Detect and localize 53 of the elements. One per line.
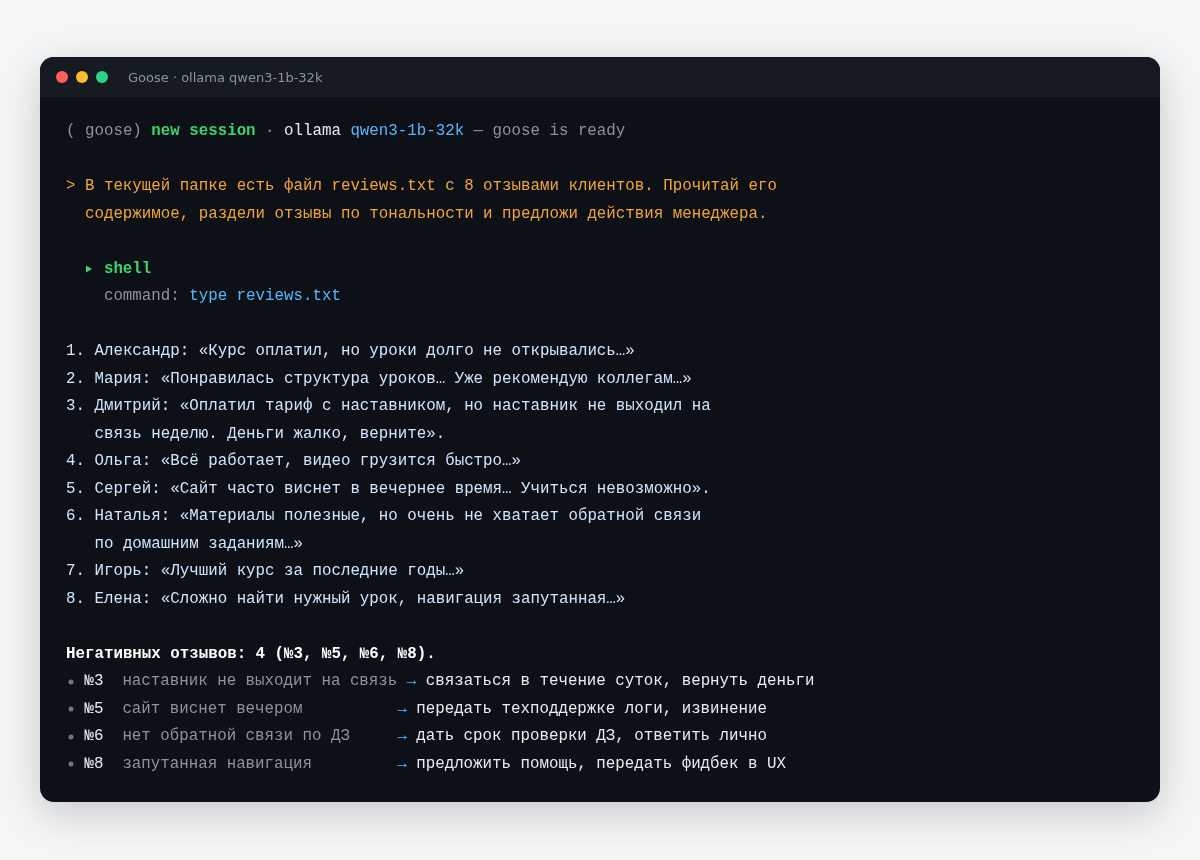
prompt-marker: > [66, 176, 77, 197]
tool-name: shell [103, 258, 152, 280]
review-text: Наталья: «Материалы полезные, но очень не хватает обратной связи по домашним заданиям…» [94, 506, 703, 555]
action-text: предложить помощь, передать фидбек в UX [416, 753, 786, 775]
command-value: type reviews.txt [189, 286, 341, 307]
review-number: 5. [66, 478, 86, 500]
separator-dot: · [265, 121, 275, 142]
review-ref: №6 [84, 726, 105, 747]
review-number: 8. [66, 588, 86, 610]
review-number: 2. [66, 368, 86, 390]
review-text: Александр: «Курс оплатил, но уроки долго не открывались…» [94, 341, 635, 362]
bullet-icon [68, 678, 74, 685]
close-button[interactable] [56, 71, 68, 83]
review-text: Мария: «Понравилась структура уроков… Уже рекомендую коллегам…» [94, 368, 692, 390]
app-label: ( goose) [66, 121, 142, 142]
review-text: Ольга: «Всё работает, видео грузится быстро…» [94, 451, 522, 472]
prompt-text: В текущей папке есть файл reviews.txt с 8 отзывами клиентов. Прочитай его содержимое, раздели отзывы по тональности и предложи действия менеджера. [84, 176, 778, 225]
action-text: дать срок проверки ДЗ, ответить лично [416, 726, 767, 747]
issue-text: сайт виснет вечером [122, 698, 304, 720]
bullet-icon [68, 733, 74, 740]
maximize-button[interactable] [96, 71, 108, 83]
provider-name: ollama [284, 121, 341, 142]
issue-text: наставник не выходит на связь [122, 671, 398, 692]
review-text: Игорь: «Лучший курс за последние годы…» [94, 561, 465, 582]
review-number: 1. [66, 341, 86, 362]
bullet-icon [68, 761, 74, 768]
arrow-glyph: → [406, 671, 417, 692]
summary-heading: Негативных отзывов: 4 (№3, №5, №6, №8). [66, 643, 437, 665]
play-icon [84, 264, 93, 275]
arrow-glyph: → [397, 726, 407, 747]
issue-text: нет обратной связи по ДЗ [122, 726, 351, 747]
command-label: command: [103, 286, 180, 307]
review-text: Елена: «Сложно найти нужный урок, навигация запутанная…» [94, 588, 626, 610]
arrow-glyph: → [397, 698, 407, 720]
action-text: связаться в течение суток, вернуть деньги [425, 671, 815, 692]
model-name: qwen3-1b-32k [350, 121, 465, 142]
review-number: 7. [66, 561, 86, 582]
action-text: передать техподдержке логи, извинение [416, 698, 767, 720]
review-text: Сергей: «Сайт часто виснет в вечернее время… Учиться невозможно». [94, 478, 711, 500]
review-ref: №3 [84, 671, 105, 692]
review-text: Дмитрий: «Оплатил тариф с наставником, но наставник не выходил на связь неделю. Деньги жалко, верните». [94, 396, 712, 445]
status-text: — goose is ready [473, 121, 626, 142]
session-label: new session [151, 121, 256, 142]
issue-text: запутанная навигация [122, 753, 313, 775]
bullet-icon [68, 706, 74, 713]
review-number: 3. [66, 396, 86, 417]
review-ref: №8 [84, 753, 105, 775]
minimize-button[interactable] [76, 71, 88, 83]
review-number: 6. [66, 506, 86, 527]
review-ref: №5 [84, 698, 105, 720]
review-number: 4. [66, 451, 86, 472]
arrow-glyph: → [397, 753, 407, 775]
window-title: Goose · ollama qwen3-1b-32k [128, 69, 323, 85]
